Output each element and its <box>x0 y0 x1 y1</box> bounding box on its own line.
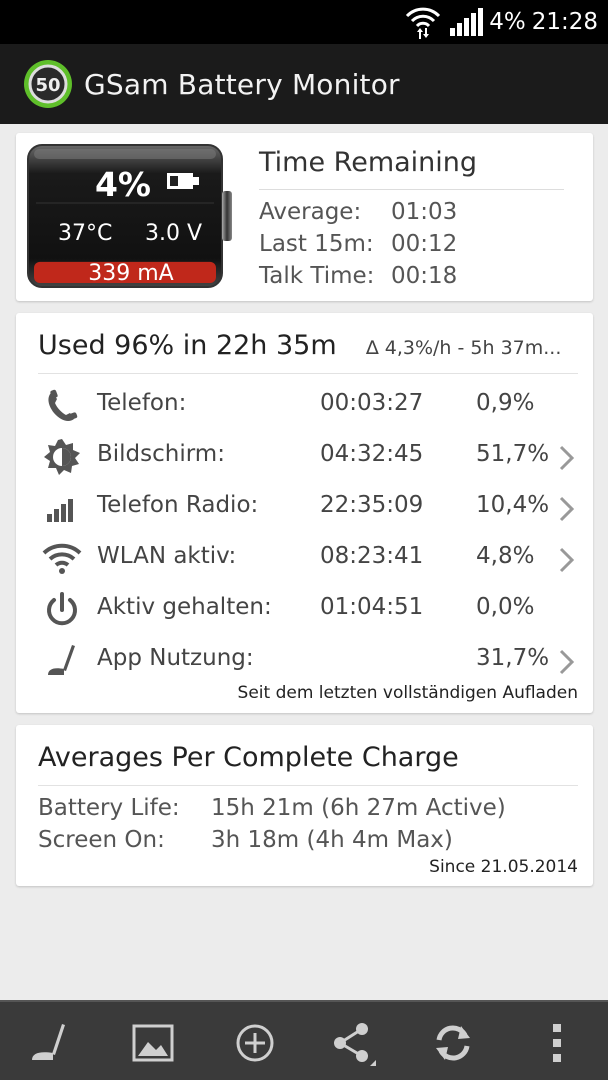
divider <box>259 189 564 190</box>
row-value: 00:18 <box>391 263 458 289</box>
time-remaining-average: Average: 01:03 <box>259 199 457 225</box>
row-label: Screen On: <box>38 827 165 853</box>
averages-card[interactable]: Averages Per Complete Charge Battery Lif… <box>16 725 593 886</box>
time-remaining-talk-time: Talk Time: 00:18 <box>259 263 457 289</box>
usage-name: App Nutzung: <box>97 645 254 671</box>
row-label: Average: <box>259 199 362 225</box>
chevron-right-icon <box>559 445 575 471</box>
row-label: Battery Life: <box>38 795 180 821</box>
usage-time: 04:32:45 <box>320 441 424 467</box>
wifi-data-icon <box>406 7 441 39</box>
row-label: Talk Time: <box>259 263 375 289</box>
usage-time: 01:04:51 <box>320 594 424 620</box>
usage-time: 22:35:09 <box>320 492 424 518</box>
usage-card: Used 96% in 22h 35m ∆ 4,3%/h - 5h 37m...… <box>16 313 593 713</box>
action-bar: 50 GSam Battery Monitor <box>0 44 608 124</box>
add-circle-icon[interactable] <box>232 1020 278 1066</box>
usage-name: Telefon Radio: <box>97 492 259 518</box>
usage-percent: 0,0% <box>476 594 535 620</box>
divider <box>38 373 578 374</box>
battery-voltage: 3.0 V <box>145 221 203 246</box>
usage-row-bildschirm[interactable]: Bildschirm: 04:32:45 51,7% <box>16 431 593 481</box>
image-icon[interactable] <box>130 1020 176 1066</box>
phone-icon <box>48 389 78 421</box>
usage-title: Used 96% in 22h 35m <box>38 330 337 361</box>
battery-temperature: 37°C <box>58 221 113 246</box>
overflow-menu-icon[interactable] <box>534 1020 580 1066</box>
battery-percent: 4% <box>94 165 151 204</box>
chevron-right-icon <box>559 496 575 522</box>
divider <box>38 785 578 786</box>
usage-footer: Seit dem letzten vollständigen Aufladen <box>237 683 578 703</box>
share-icon[interactable] <box>330 1020 376 1066</box>
row-value: 3h 18m (4h 4m Max) <box>211 827 453 853</box>
chevron-right-icon <box>559 649 575 675</box>
averages-title: Averages Per Complete Charge <box>38 742 459 773</box>
averages-screen-on: Screen On: 3h 18m (4h 4m Max) <box>38 827 453 853</box>
signal-strength-icon <box>450 8 484 36</box>
battery-status-card[interactable]: 4% 37°C 3.0 V 339 mA Time Remaining Aver… <box>16 133 593 301</box>
row-value: 15h 21m (6h 27m Active) <box>211 795 506 821</box>
battery-small-icon <box>167 173 199 189</box>
screen-brightness-icon <box>44 439 80 475</box>
app-logo-number: 50 <box>35 75 60 96</box>
app-usage-icon[interactable] <box>28 1020 74 1066</box>
time-remaining-title: Time Remaining <box>259 147 478 178</box>
app-title: GSam Battery Monitor <box>84 67 400 101</box>
usage-row-app-nutzung[interactable]: App Nutzung: 31,7% <box>16 635 593 685</box>
usage-row-telefon-radio[interactable]: Telefon Radio: 22:35:09 10,4% <box>16 482 593 532</box>
usage-percent: 4,8% <box>476 543 535 569</box>
usage-name: Aktiv gehalten: <box>97 594 272 620</box>
usage-name: WLAN aktiv: <box>97 543 237 569</box>
signal-bars-icon <box>47 499 73 522</box>
usage-time: 00:03:27 <box>320 390 424 416</box>
usage-row-aktiv-gehalten[interactable]: Aktiv gehalten: 01:04:51 0,0% <box>16 584 593 634</box>
app-logo-icon[interactable]: 50 <box>22 58 74 110</box>
bottom-action-bar <box>0 1000 608 1080</box>
usage-row-telefon[interactable]: Telefon: 00:03:27 0,9% <box>16 380 593 430</box>
battery-graphic: 4% 37°C 3.0 V 339 mA <box>26 143 234 289</box>
usage-percent: 0,9% <box>476 390 535 416</box>
usage-name: Telefon: <box>97 390 187 416</box>
averages-battery-life: Battery Life: 15h 21m (6h 27m Active) <box>38 795 506 821</box>
usage-name: Bildschirm: <box>97 441 225 467</box>
app-usage-icon <box>48 645 75 675</box>
row-label: Last 15m: <box>259 231 374 257</box>
row-value: 01:03 <box>391 199 458 225</box>
usage-percent: 51,7% <box>476 441 550 467</box>
usage-row-wlan[interactable]: WLAN aktiv: 08:23:41 4,8% <box>16 533 593 583</box>
usage-time: 08:23:41 <box>320 543 424 569</box>
row-value: 00:12 <box>391 231 458 257</box>
status-bar: 4% 21:28 <box>0 0 608 44</box>
battery-current: 339 mA <box>88 261 174 286</box>
refresh-icon[interactable] <box>430 1020 476 1066</box>
wifi-icon <box>42 543 82 574</box>
status-battery-text: 4% <box>489 9 526 35</box>
time-remaining-last15m: Last 15m: 00:12 <box>259 231 457 257</box>
power-icon <box>47 592 77 626</box>
chevron-right-icon <box>559 547 575 573</box>
status-time: 21:28 <box>531 9 598 35</box>
usage-percent: 10,4% <box>476 492 550 518</box>
averages-footer: Since 21.05.2014 <box>429 857 578 877</box>
usage-percent: 31,7% <box>476 645 550 671</box>
usage-rate: ∆ 4,3%/h - 5h 37m... <box>366 337 562 359</box>
